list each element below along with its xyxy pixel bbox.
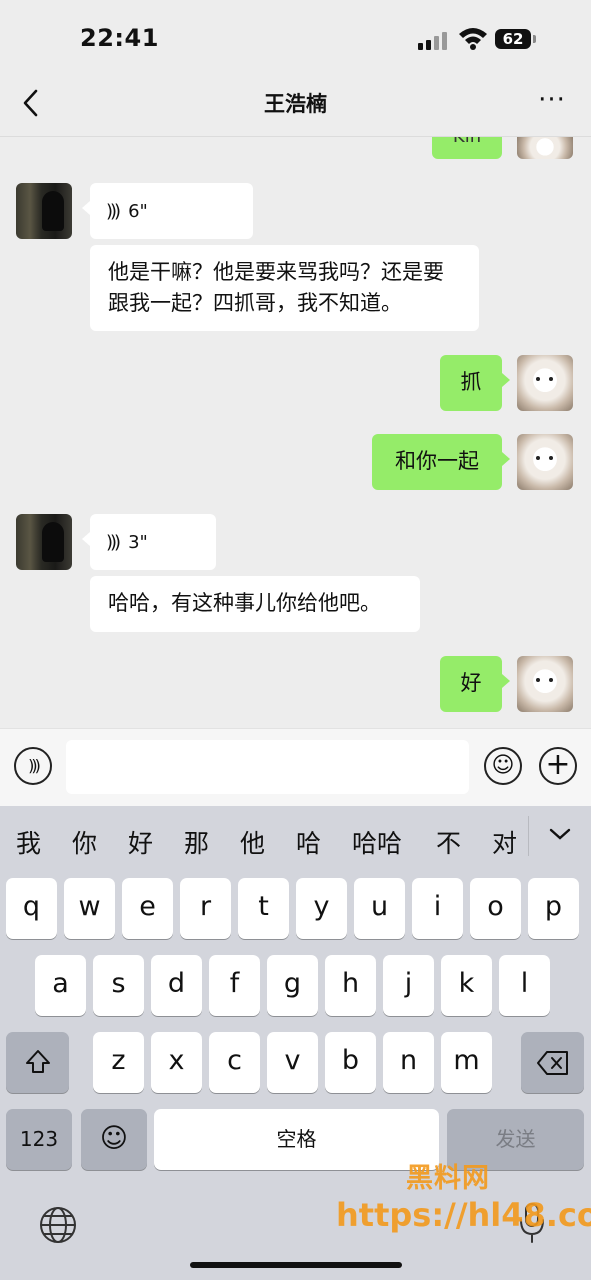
key-a[interactable]: a xyxy=(35,955,86,1016)
battery-cap xyxy=(533,35,536,43)
candidate-word[interactable]: 好 xyxy=(128,824,153,860)
key-u[interactable]: u xyxy=(354,878,405,939)
my-avatar[interactable] xyxy=(517,434,573,490)
candidate-word[interactable]: 你 xyxy=(72,824,97,860)
message-bubble-received[interactable]: 他是干嘛？他是要来骂我吗？还是要跟我一起？四抓哥，我不知道。 xyxy=(90,245,479,331)
message-text: 和你一起 xyxy=(395,449,479,473)
key-k[interactable]: k xyxy=(441,955,492,1016)
voice-message[interactable]: ))) 3" xyxy=(82,514,216,570)
backspace-icon xyxy=(536,1051,568,1075)
candidate-word[interactable]: 那 xyxy=(184,824,209,860)
message-bubble-partial[interactable]: Kin xyxy=(432,137,502,159)
watermark-text: 黑料网 xyxy=(406,1163,490,1194)
voice-duration: 3" xyxy=(128,531,148,553)
my-avatar[interactable] xyxy=(517,656,573,712)
chevron-down-icon[interactable] xyxy=(548,826,572,842)
candidate-divider xyxy=(528,816,529,856)
key-x[interactable]: x xyxy=(151,1032,202,1093)
key-e[interactable]: e xyxy=(122,878,173,939)
key-z[interactable]: z xyxy=(93,1032,144,1093)
key-f[interactable]: f xyxy=(209,955,260,1016)
key-y[interactable]: y xyxy=(296,878,347,939)
key-o[interactable]: o xyxy=(470,878,521,939)
watermark-url: https://hl48.co xyxy=(336,1196,591,1234)
candidate-word[interactable]: 不 xyxy=(436,824,461,860)
key-w[interactable]: w xyxy=(64,878,115,939)
battery-indicator: 62 xyxy=(495,29,531,49)
message-bubble-received[interactable]: 哈哈，有这种事儿你给他吧。 xyxy=(90,576,420,632)
more-options-icon[interactable]: ··· xyxy=(532,87,572,116)
shift-icon xyxy=(25,1050,50,1073)
key-c[interactable]: c xyxy=(209,1032,260,1093)
message-text: 抓 xyxy=(460,370,482,394)
key-g[interactable]: g xyxy=(267,955,318,1016)
numbers-key[interactable]: 123 xyxy=(6,1109,72,1170)
contact-avatar[interactable] xyxy=(16,514,72,570)
key-i[interactable]: i xyxy=(412,878,463,939)
voice-duration: 6" xyxy=(128,200,148,222)
key-b[interactable]: b xyxy=(325,1032,376,1093)
voice-message[interactable]: ))) 6" xyxy=(82,183,253,239)
message-input[interactable] xyxy=(66,740,469,794)
key-l[interactable]: l xyxy=(499,955,550,1016)
key-q[interactable]: q xyxy=(6,878,57,939)
key-h[interactable]: h xyxy=(325,955,376,1016)
message-bubble-sent[interactable]: 好 xyxy=(440,656,510,712)
emoji-icon[interactable]: ☺ xyxy=(484,747,522,785)
voice-input-icon[interactable]: ))) xyxy=(14,747,52,785)
add-icon[interactable]: + xyxy=(539,747,577,785)
key-p[interactable]: p xyxy=(528,878,579,939)
message-bubble-sent[interactable]: 和你一起 xyxy=(372,434,510,490)
candidate-word[interactable]: 哈 xyxy=(296,824,321,860)
key-t[interactable]: t xyxy=(238,878,289,939)
candidate-word[interactable]: 哈哈 xyxy=(352,824,402,860)
status-time: 22:41 xyxy=(80,24,159,52)
voice-wave-icon: ))) xyxy=(106,200,121,222)
chat-title: 王浩楠 xyxy=(264,92,327,116)
partial-message-text: Kin xyxy=(453,137,481,147)
my-avatar[interactable] xyxy=(517,137,573,159)
key-s[interactable]: s xyxy=(93,955,144,1016)
candidate-word[interactable]: 他 xyxy=(240,824,265,860)
wifi-icon xyxy=(459,28,487,50)
key-j[interactable]: j xyxy=(383,955,434,1016)
cellular-signal-icon xyxy=(418,32,450,50)
backspace-key[interactable] xyxy=(521,1032,584,1093)
candidate-word[interactable]: 对 xyxy=(492,824,517,860)
message-text: 他是干嘛？他是要来骂我吗？还是要跟我一起？四抓哥，我不知道。 xyxy=(108,260,444,315)
emoji-keyboard-key[interactable]: ☺ xyxy=(81,1109,147,1170)
key-n[interactable]: n xyxy=(383,1032,434,1093)
home-indicator[interactable] xyxy=(190,1262,402,1268)
candidate-word[interactable]: 我 xyxy=(16,824,41,860)
message-text: 哈哈，有这种事儿你给他吧。 xyxy=(108,591,381,615)
space-key[interactable]: 空格 xyxy=(154,1109,439,1170)
globe-icon[interactable] xyxy=(38,1205,78,1245)
key-v[interactable]: v xyxy=(267,1032,318,1093)
contact-avatar[interactable] xyxy=(16,183,72,239)
key-d[interactable]: d xyxy=(151,955,202,1016)
message-text: 好 xyxy=(460,671,482,695)
key-m[interactable]: m xyxy=(441,1032,492,1093)
my-avatar[interactable] xyxy=(517,355,573,411)
shift-key[interactable] xyxy=(6,1032,69,1093)
key-r[interactable]: r xyxy=(180,878,231,939)
emoji-icon: ☺ xyxy=(99,1123,129,1154)
voice-wave-icon: ))) xyxy=(106,531,121,553)
message-bubble-sent[interactable]: 抓 xyxy=(440,355,510,411)
